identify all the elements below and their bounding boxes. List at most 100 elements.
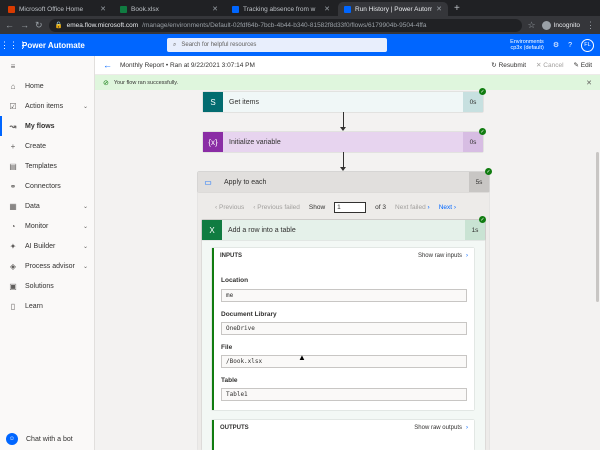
forward-arrow-icon[interactable]: →: [20, 20, 29, 30]
show-raw-inputs-label: Show raw inputs: [417, 253, 462, 259]
chat-with-bot-button[interactable]: ☺ Chat with a bot: [0, 428, 95, 450]
tab-book-xlsx[interactable]: Book.xlsx ✕: [114, 2, 224, 16]
url-host: emea.flow.microsoft.com: [66, 21, 139, 29]
next-failed-label: Next failed: [395, 203, 426, 211]
tab-tracking-absence[interactable]: Tracking absence from w ✕: [226, 2, 336, 16]
show-raw-inputs-link[interactable]: Show raw inputs ›: [418, 253, 468, 259]
close-icon[interactable]: ✕: [324, 5, 330, 13]
iteration-pager: ‹ Previous ‹ Previous failed Show 1 of 3…: [215, 199, 585, 215]
previous-failed-button[interactable]: ‹ Previous failed: [253, 204, 300, 211]
browser-tab-bar: Microsoft Office Home ✕ Book.xlsx ✕ Trac…: [0, 0, 600, 16]
step-add-row[interactable]: X Add a row into a table 1s: [202, 220, 485, 240]
environment-picker[interactable]: Environments cp3x (default): [510, 39, 544, 52]
sidebar-item-connectors[interactable]: ⚭ Connectors: [0, 176, 94, 196]
tab-run-history[interactable]: Run History | Power Autom ✕: [338, 2, 448, 16]
edit-button[interactable]: ✎ Edit: [574, 61, 592, 69]
previous-failed-label: Previous failed: [257, 203, 300, 211]
sidebar-item-ai-builder[interactable]: ✦ AI Builder ⌄: [0, 236, 94, 256]
help-icon[interactable]: ?: [568, 42, 572, 49]
chat-label: Chat with a bot: [26, 435, 73, 443]
ai-builder-icon: ✦: [9, 241, 17, 251]
close-icon[interactable]: ✕: [436, 5, 442, 13]
field-value-document-library: OneDrive: [221, 322, 467, 335]
sidebar-item-label: Home: [25, 82, 44, 90]
new-tab-icon[interactable]: +: [448, 2, 466, 16]
sidebar-item-action-items[interactable]: ☑ Action items ⌄: [0, 96, 94, 116]
scrollbar-thumb[interactable]: [596, 152, 599, 302]
app-brand[interactable]: Power Automate: [22, 41, 167, 50]
arrow-down-icon: [340, 127, 346, 131]
url-bar[interactable]: 🔒 emea.flow.microsoft.com/manage/environ…: [48, 18, 522, 32]
sidebar-item-home[interactable]: ⌂ Home: [0, 76, 94, 96]
sidebar-item-label: Learn: [25, 302, 43, 310]
home-icon: ⌂: [10, 81, 16, 91]
url-path: /manage/environments/Default-02fdf64b-7b…: [142, 21, 427, 29]
page-number-input[interactable]: 1: [334, 201, 367, 213]
hamburger-menu[interactable]: ≡: [0, 56, 94, 76]
monitor-icon: ◔: [10, 221, 16, 231]
success-banner: ⊘ Your flow ran successfully. ✕: [95, 75, 600, 90]
book-icon: ▯: [10, 301, 16, 311]
close-icon[interactable]: ✕: [586, 79, 592, 87]
search-icon: ⌕: [173, 41, 177, 48]
sidebar-item-my-flows[interactable]: ↝ My flows: [0, 116, 94, 136]
step-duration: 5s: [469, 172, 489, 192]
tab-label: Microsoft Office Home: [19, 5, 84, 13]
next-label: Next: [438, 203, 453, 211]
search-box[interactable]: ⌕ Search for helpful resources: [167, 38, 387, 52]
sidebar-item-label: Action items: [25, 102, 64, 110]
sidebar-item-data[interactable]: ▦ Data ⌄: [0, 196, 94, 216]
sidebar-item-label: Templates: [25, 162, 57, 170]
step-apply-to-each[interactable]: ▭ Apply to each 5s: [198, 172, 489, 192]
resubmit-button[interactable]: ↻ Resubmit: [491, 61, 526, 69]
incognito-badge[interactable]: Incognito: [541, 20, 580, 30]
next-button[interactable]: Next ›: [439, 204, 456, 211]
step-initialize-variable[interactable]: {x} Initialize variable 0s: [203, 132, 483, 152]
star-icon[interactable]: ☆: [528, 20, 536, 31]
step-duration: 0s: [463, 132, 483, 152]
tab-label: Book.xlsx: [131, 5, 159, 13]
outputs-heading: OUTPUTS: [220, 425, 249, 431]
sidebar-item-learn[interactable]: ▯ Learn: [0, 296, 94, 316]
sidebar-item-templates[interactable]: ▤ Templates: [0, 156, 94, 176]
success-message: Your flow ran successfully.: [113, 79, 179, 86]
close-icon[interactable]: ✕: [212, 5, 218, 13]
connector-icon: ⚭: [9, 181, 17, 191]
arrow-down-icon: [340, 167, 346, 171]
resubmit-icon: ↻: [491, 62, 497, 69]
cancel-button[interactable]: ✕ Cancel: [536, 61, 564, 69]
canvas-scrollbar[interactable]: [595, 90, 600, 450]
back-arrow-icon[interactable]: ←: [5, 20, 14, 30]
hamburger-icon: ≡: [10, 61, 16, 71]
next-failed-button[interactable]: Next failed ›: [395, 204, 430, 211]
back-arrow-icon[interactable]: ←: [103, 60, 112, 70]
tab-office-home[interactable]: Microsoft Office Home ✕: [2, 2, 112, 16]
excel-icon: X: [202, 220, 222, 240]
chevron-right-icon: ›: [466, 425, 468, 431]
data-icon: ▦: [9, 201, 17, 211]
field-label-location: Location: [221, 277, 249, 284]
sidebar-item-solutions[interactable]: ▣ Solutions: [0, 276, 94, 296]
tab-label: Tracking absence from w: [243, 5, 316, 13]
flow-icon: ↝: [9, 121, 17, 131]
previous-button[interactable]: ‹ Previous: [215, 204, 244, 211]
inputs-heading: INPUTS: [220, 253, 243, 259]
templates-icon: ▤: [9, 161, 17, 171]
sidebar-item-label: Data: [25, 202, 40, 210]
show-raw-outputs-link[interactable]: Show raw outputs ›: [414, 425, 468, 431]
sidebar-item-process-advisor[interactable]: ◈ Process advisor ⌄: [0, 256, 94, 276]
waffle-icon[interactable]: ⋮⋮⋮: [0, 40, 27, 51]
avatar[interactable]: FL: [581, 38, 594, 52]
incognito-icon: [541, 20, 551, 30]
reload-icon[interactable]: ↻: [35, 20, 43, 31]
resubmit-label: Resubmit: [498, 62, 527, 69]
sidebar-item-label: Monitor: [25, 222, 49, 230]
sidebar-item-monitor[interactable]: ◔ Monitor ⌄: [0, 216, 94, 236]
sidebar-item-create[interactable]: + Create: [0, 136, 94, 156]
gear-icon[interactable]: ⚙: [553, 41, 559, 49]
field-label-table: Table: [221, 377, 238, 384]
sidebar-item-label: Create: [25, 142, 47, 150]
step-get-items[interactable]: S Get items 0s: [203, 92, 483, 112]
kebab-menu-icon[interactable]: ⋮: [586, 20, 595, 31]
close-icon[interactable]: ✕: [100, 5, 106, 13]
